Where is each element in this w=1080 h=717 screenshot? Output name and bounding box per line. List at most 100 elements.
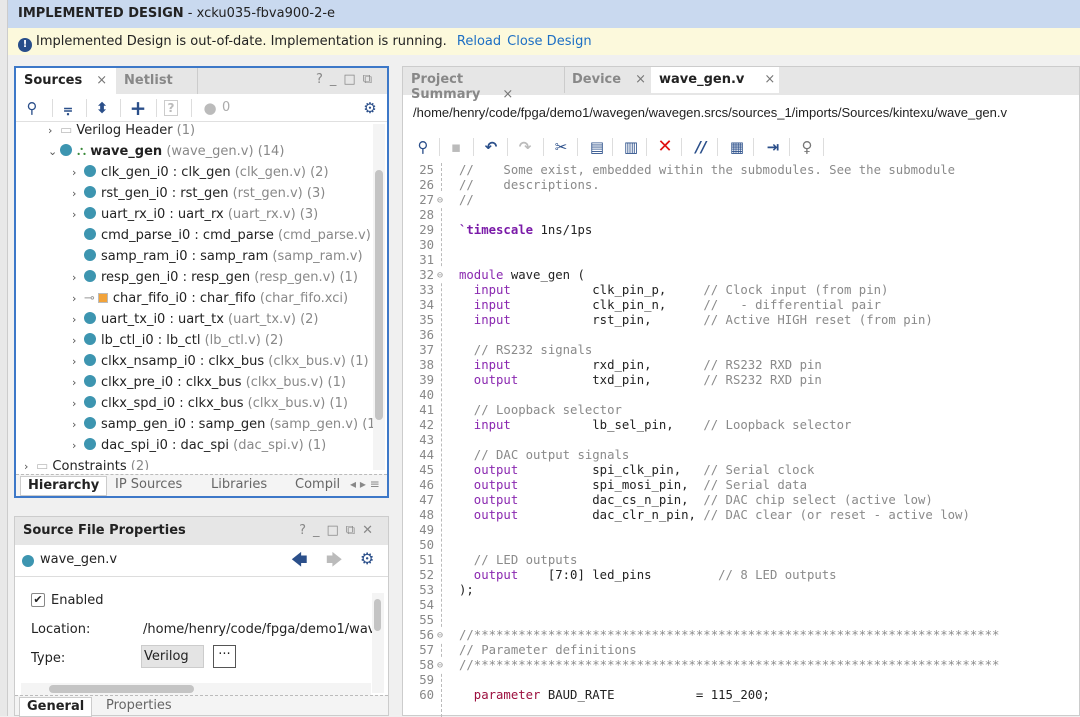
tree-item[interactable]: › ▭ Constraints (2): [24, 456, 149, 470]
tab-properties[interactable]: Properties: [99, 697, 179, 717]
cut-icon[interactable]: ✂: [551, 137, 571, 157]
save-icon[interactable]: ▪: [446, 137, 466, 157]
chevron-right-icon[interactable]: ›: [72, 330, 84, 351]
fold-toggle-icon[interactable]: ⊖: [437, 658, 444, 673]
comment-toggle-icon[interactable]: //: [691, 137, 711, 157]
tree-item[interactable]: › rst_gen_i0 : rst_gen (rst_gen.v) (3): [72, 183, 325, 204]
tab-ip-sources[interactable]: IP Sources: [108, 476, 189, 496]
tree-item[interactable]: ⌄ ⛬ wave_gen (wave_gen.v) (14): [48, 141, 284, 162]
unknown-file-icon[interactable]: ?: [164, 100, 178, 116]
line-number: 39: [419, 373, 434, 387]
column-select-icon[interactable]: ▦: [727, 137, 747, 157]
tab-device[interactable]: Device ×: [566, 67, 650, 93]
tree-item[interactable]: cmd_parse_i0 : cmd_parse (cmd_parse.v): [72, 225, 371, 246]
search-icon[interactable]: ⚲: [413, 137, 433, 157]
tab-general[interactable]: General: [19, 697, 93, 717]
collapse-all-icon[interactable]: ⩦: [58, 98, 78, 118]
window-controls[interactable]: ?_□⧉: [316, 72, 379, 87]
chevron-right-icon[interactable]: ›: [72, 288, 84, 309]
chevron-right-icon[interactable]: ›: [72, 351, 84, 372]
tree-item[interactable]: samp_ram_i0 : samp_ram (samp_ram.v): [72, 246, 363, 267]
minimize-icon[interactable]: _: [313, 523, 327, 538]
help-icon[interactable]: ?: [316, 72, 330, 87]
code-token: // Loopback selector: [459, 403, 622, 417]
tab-hierarchy[interactable]: Hierarchy: [20, 476, 108, 496]
tab-project-summary[interactable]: Project Summary ×: [403, 67, 565, 102]
props-vscrollbar[interactable]: [372, 593, 384, 693]
tab-netlist[interactable]: Netlist: [116, 68, 198, 94]
minimize-icon[interactable]: _: [330, 72, 344, 87]
search-icon[interactable]: ⚲: [22, 98, 42, 118]
tab-sources[interactable]: Sources ×: [16, 68, 116, 94]
code-editor[interactable]: 25 // Some exist, embedded within the sub…: [403, 163, 1080, 717]
expand-all-icon[interactable]: ⬍: [92, 98, 112, 118]
chevron-right-icon[interactable]: ›: [72, 393, 84, 414]
chevron-right-icon[interactable]: ›: [48, 124, 60, 141]
close-icon[interactable]: ×: [764, 72, 775, 87]
close-icon[interactable]: ×: [502, 87, 513, 102]
gear-icon[interactable]: ⚙: [360, 98, 380, 118]
tree-item[interactable]: › ▭ Verilog Header (1): [48, 124, 195, 141]
help-icon[interactable]: ?: [299, 523, 313, 538]
type-field[interactable]: Verilog: [141, 645, 204, 668]
chevron-down-icon[interactable]: ⌄: [48, 141, 60, 162]
file-dot-icon: [22, 555, 34, 567]
tree-item[interactable]: › clkx_nsamp_i0 : clkx_bus (clkx_bus.v) (…: [72, 351, 369, 372]
gear-icon[interactable]: ⚙: [360, 549, 374, 568]
back-arrow-icon[interactable]: 🡄: [291, 549, 308, 576]
fold-toggle-icon[interactable]: ⊖: [437, 268, 444, 283]
code-line: 53);: [403, 583, 1080, 598]
add-icon[interactable]: +: [128, 98, 148, 118]
reload-link[interactable]: Reload: [457, 34, 501, 49]
tree-item[interactable]: › lb_ctl_i0 : lb_ctl (lb_ctl.v) (2): [72, 330, 283, 351]
maximize-icon[interactable]: □: [327, 523, 346, 538]
tree-item[interactable]: › resp_gen_i0 : resp_gen (resp_gen.v) (1): [72, 267, 358, 288]
line-number: 29: [419, 223, 434, 237]
tree-item[interactable]: › clkx_spd_i0 : clkx_bus (clkx_bus.v) (1): [72, 393, 348, 414]
chevron-right-icon[interactable]: ›: [72, 414, 84, 435]
chevron-right-icon[interactable]: ›: [72, 435, 84, 456]
tree-item[interactable]: › ⊸ char_fifo_i0 : char_fifo (char_fifo.xc…: [72, 288, 348, 309]
tab-wave-gen[interactable]: wave_gen.v ×: [651, 67, 779, 93]
maximize-icon[interactable]: □: [343, 72, 362, 87]
close-icon[interactable]: ×: [635, 72, 646, 87]
tree-item[interactable]: › uart_rx_i0 : uart_rx (uart_rx.v) (3): [72, 204, 318, 225]
fold-toggle-icon[interactable]: ⊖: [437, 193, 444, 208]
scroll-thumb[interactable]: [375, 170, 383, 420]
props-hscrollbar[interactable]: [21, 683, 371, 695]
chevron-right-icon[interactable]: ›: [24, 456, 36, 470]
forward-arrow-icon[interactable]: 🡆: [326, 549, 343, 576]
chevron-right-icon[interactable]: ›: [72, 267, 84, 288]
chevron-right-icon[interactable]: ›: [72, 204, 84, 225]
chevron-right-icon[interactable]: ›: [72, 372, 84, 393]
tree-item[interactable]: › samp_gen_i0 : samp_gen (samp_gen.v) (1): [72, 414, 373, 435]
location-label: Location:: [31, 622, 91, 637]
tab-compile-order[interactable]: Compil: [288, 476, 347, 496]
copy-icon[interactable]: ▤: [587, 137, 607, 157]
close-design-link[interactable]: Close Design: [507, 34, 591, 49]
window-controls[interactable]: ?_□⧉✕: [299, 523, 380, 538]
delete-icon[interactable]: ✕: [655, 137, 675, 157]
close-icon[interactable]: ✕: [362, 523, 380, 538]
tree-item[interactable]: › uart_tx_i0 : uart_tx (uart_tx.v) (2): [72, 309, 319, 330]
tab-scroll-arrows[interactable]: ◂ ▸ ≡: [350, 477, 380, 491]
tree-item[interactable]: › clkx_pre_i0 : clkx_bus (clkx_bus.v) (1): [72, 372, 346, 393]
float-icon[interactable]: ⧉: [363, 72, 379, 87]
tree-item[interactable]: › clk_gen_i0 : clk_gen (clk_gen.v) (2): [72, 162, 329, 183]
indent-icon[interactable]: ⇥: [763, 137, 783, 157]
chevron-right-icon[interactable]: ›: [72, 183, 84, 204]
undo-icon[interactable]: ↶: [481, 137, 501, 157]
redo-icon[interactable]: ↷: [515, 137, 535, 157]
lightbulb-icon[interactable]: ♀: [797, 137, 817, 157]
close-icon[interactable]: ×: [96, 73, 107, 88]
float-icon[interactable]: ⧉: [346, 523, 362, 538]
fold-toggle-icon[interactable]: ⊖: [437, 628, 444, 643]
type-more-button[interactable]: ···: [213, 645, 236, 668]
chevron-right-icon[interactable]: ›: [72, 162, 84, 183]
paste-icon[interactable]: ▥: [621, 137, 641, 157]
tree-scrollbar[interactable]: [373, 124, 385, 470]
chevron-right-icon[interactable]: ›: [72, 309, 84, 330]
tab-libraries[interactable]: Libraries: [204, 476, 274, 496]
tree-item[interactable]: › dac_spi_i0 : dac_spi (dac_spi.v) (1): [72, 435, 326, 456]
enabled-checkbox[interactable]: ✔: [31, 593, 45, 607]
